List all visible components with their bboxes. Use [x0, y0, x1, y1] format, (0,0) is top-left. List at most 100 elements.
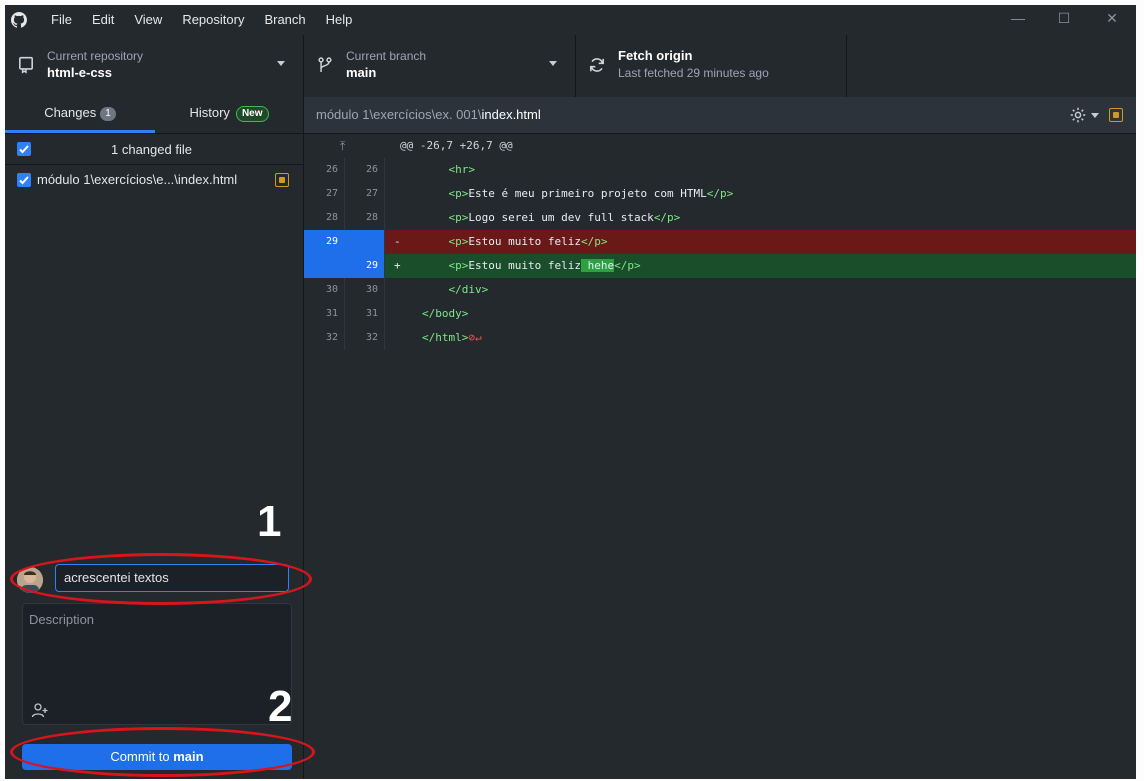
- diff-sign: -: [394, 235, 401, 248]
- code-tag-open: <p>: [448, 211, 469, 224]
- file-checkbox[interactable]: [17, 173, 31, 187]
- new-line-number[interactable]: 26: [344, 158, 385, 182]
- diff-line: 30 30 </div>: [304, 278, 1141, 302]
- repository-label: Current repository: [47, 49, 144, 63]
- new-line-number[interactable]: 31: [344, 302, 385, 326]
- commit-description-field[interactable]: Description: [22, 603, 292, 725]
- new-line-number[interactable]: 29: [344, 254, 385, 278]
- tab-changes[interactable]: Changes 1: [5, 97, 155, 133]
- chevron-down-icon[interactable]: [1091, 113, 1099, 118]
- close-button[interactable]: ✕: [1089, 5, 1135, 35]
- old-line-number[interactable]: 28: [304, 206, 345, 230]
- code-tag-close: </p>: [580, 235, 608, 248]
- code-tag-open: <p>: [448, 259, 469, 272]
- menu-edit[interactable]: Edit: [82, 5, 124, 35]
- diff-line: 32 32 </html>⊘↵: [304, 326, 1141, 350]
- gear-icon[interactable]: [1069, 106, 1087, 124]
- new-line-number[interactable]: 32: [344, 326, 385, 350]
- code-tag-open: <hr>: [448, 163, 476, 176]
- diff-path-prefix: módulo 1\exercícios\ex. 001\: [316, 107, 482, 122]
- hunk-header: @@ -26,7 +26,7 @@: [400, 139, 513, 152]
- annotation-number-2: 2: [268, 682, 293, 731]
- new-line-number[interactable]: [344, 230, 385, 254]
- code-tag-open: <p>: [448, 235, 469, 248]
- code-text: <p>Estou muito feliz</p>: [422, 230, 608, 254]
- old-line-number[interactable]: 32: [304, 326, 345, 350]
- diff-line: 28 28 <p>Logo serei um dev full stack</p>: [304, 206, 1141, 230]
- add-coauthor-icon[interactable]: [31, 702, 49, 718]
- new-badge: New: [235, 106, 269, 122]
- check-icon: [19, 145, 29, 154]
- last-fetched-text: Last fetched 29 minutes ago: [618, 66, 769, 80]
- annotation-ellipse-2: [10, 727, 315, 777]
- diff-sign: +: [394, 259, 401, 272]
- branch-label: Current branch: [346, 49, 427, 63]
- tab-history-label: History: [189, 105, 230, 120]
- old-line-number[interactable]: 26: [304, 158, 345, 182]
- no-newline-icon: ⊘↵: [468, 331, 482, 344]
- old-line-number[interactable]: 27: [304, 182, 345, 206]
- description-placeholder: Description: [29, 612, 95, 627]
- diff-view: ⤒ @@ -26,7 +26,7 @@ 26 26 <hr> 27 27 <p>Est…: [304, 134, 1141, 360]
- menu-view[interactable]: View: [124, 5, 172, 35]
- new-line-number[interactable]: 28: [344, 206, 385, 230]
- code-text: <hr>: [422, 158, 476, 182]
- code-tag-close: </p>: [706, 187, 734, 200]
- sidebar-tabs: Changes 1 History New: [5, 97, 303, 134]
- diff-line: 31 31 </body>: [304, 302, 1141, 326]
- code-content: Este é meu primeiro projeto com HTML: [468, 187, 707, 200]
- code-tag-close: </p>: [653, 211, 681, 224]
- diff-line: 27 27 <p>Este é meu primeiro projeto com …: [304, 182, 1141, 206]
- menu-branch[interactable]: Branch: [254, 5, 315, 35]
- chevron-down-icon: [549, 61, 557, 66]
- diff-path-file: index.html: [481, 107, 541, 122]
- maximize-button[interactable]: ☐: [1041, 5, 1087, 35]
- diff-empty-area: [304, 360, 1141, 779]
- code-tag-close: </p>: [614, 259, 641, 272]
- diff-file-path: módulo 1\exercícios\ex. 001\index.html: [316, 107, 541, 122]
- expand-up-icon[interactable]: ⤒: [340, 134, 345, 158]
- fetch-origin-button[interactable]: Fetch origin Last fetched 29 minutes ago: [576, 35, 847, 97]
- new-line-number[interactable]: 27: [344, 182, 385, 206]
- hunk-header-row: ⤒ @@ -26,7 +26,7 @@: [304, 134, 1141, 158]
- code-text: </html>⊘↵: [422, 326, 482, 350]
- diff-header: módulo 1\exercícios\ex. 001\index.html: [304, 97, 1141, 134]
- diff-line-deleted: 29 - <p>Estou muito feliz</p>: [304, 230, 1141, 254]
- code-tag-open: </div>: [448, 283, 489, 296]
- menu-bar: File Edit View Repository Branch Help: [41, 5, 362, 35]
- repository-icon: [19, 56, 33, 74]
- changed-files-header: 1 changed file: [5, 134, 303, 165]
- old-line-number[interactable]: [304, 254, 345, 278]
- minimize-button[interactable]: —: [995, 5, 1041, 35]
- old-line-number[interactable]: 31: [304, 302, 345, 326]
- changes-count-badge: 1: [100, 107, 116, 121]
- current-branch-button[interactable]: Current branch main: [304, 35, 576, 97]
- old-line-number[interactable]: 29: [304, 230, 345, 254]
- changed-file-path: módulo 1\exercícios\e...\index.html: [37, 172, 238, 187]
- branch-name: main: [346, 65, 377, 80]
- fetch-origin-label: Fetch origin: [618, 48, 693, 63]
- menu-help[interactable]: Help: [316, 5, 363, 35]
- changes-sidebar: Changes 1 History New 1 changed file módul…: [5, 97, 304, 779]
- menu-repository[interactable]: Repository: [172, 5, 254, 35]
- toolbar: Current repository html-e-css Current br…: [5, 35, 1141, 98]
- menu-file[interactable]: File: [41, 5, 82, 35]
- old-line-number[interactable]: 30: [304, 278, 345, 302]
- code-content: Estou muito feliz: [468, 259, 581, 272]
- repository-name: html-e-css: [47, 65, 113, 80]
- changed-file-row[interactable]: módulo 1\exercícios\e...\index.html: [5, 165, 303, 193]
- new-line-number[interactable]: 30: [344, 278, 385, 302]
- code-added-highlight: hehe: [580, 259, 615, 272]
- github-desktop-window: File Edit View Repository Branch Help — …: [5, 5, 1141, 779]
- branch-icon: [318, 57, 332, 72]
- select-all-checkbox[interactable]: [17, 142, 31, 156]
- code-text: <p>Logo serei um dev full stack</p>: [422, 206, 681, 230]
- current-repository-button[interactable]: Current repository html-e-css: [5, 35, 304, 97]
- modified-icon: [1109, 108, 1123, 122]
- tab-history[interactable]: History New: [155, 97, 303, 133]
